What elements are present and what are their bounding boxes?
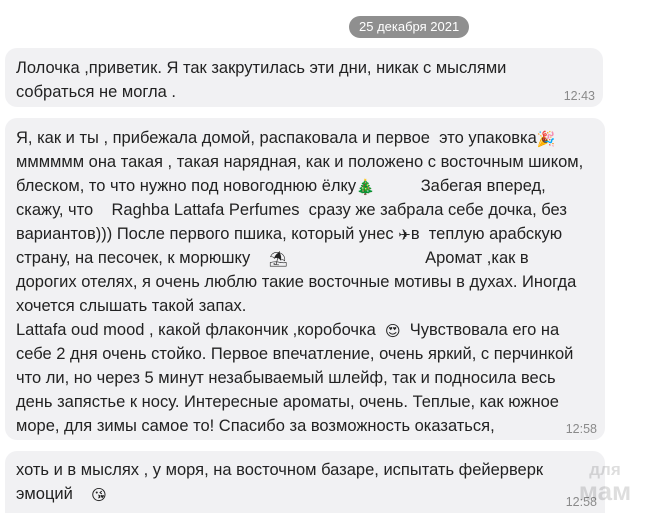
message-time: 12:58 <box>565 495 597 509</box>
message-text: Лолочка ,приветик. Я так закрутилась эти… <box>16 59 507 101</box>
message-bubble: хоть и в мыслях , у моря, на восточном б… <box>5 451 605 513</box>
message-time: 12:58 <box>565 422 597 436</box>
party-popper-icon: 🎉 <box>536 131 556 148</box>
christmas-tree-icon: 🎄 <box>356 179 375 196</box>
message-bubble: Лолочка ,приветик. Я так закрутилась эти… <box>5 48 603 107</box>
message-bubble: Я, как и ты , прибежала домой, распакова… <box>5 118 605 440</box>
message-text: хоть и в мыслях , у моря, на восточном б… <box>16 461 544 504</box>
message-text: Я, как и ты , прибежала домой, распакова… <box>16 129 584 435</box>
heart-eyes-icon: 😍 <box>384 323 401 340</box>
date-separator: 25 декабря 2021 <box>349 16 470 38</box>
airplane-icon: ✈ <box>398 227 411 244</box>
kiss-face-icon: 😘 <box>91 487 107 504</box>
beach-umbrella-icon: ⛱ <box>268 251 288 268</box>
message-time: 12:43 <box>563 89 595 103</box>
